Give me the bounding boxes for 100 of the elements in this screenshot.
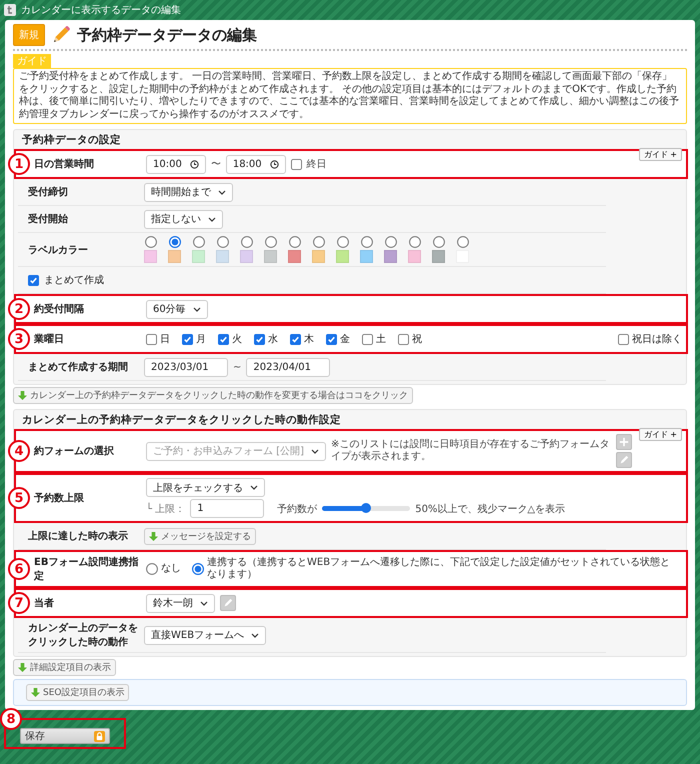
color-swatch[interactable] — [432, 250, 445, 263]
checkbox[interactable] — [146, 334, 157, 344]
dropdown[interactable]: 鈴木一朗 — [146, 594, 215, 612]
caret-icon — [192, 306, 201, 312]
slider-thumb[interactable] — [361, 503, 372, 513]
color-swatch[interactable] — [384, 250, 397, 263]
radio-button[interactable] — [336, 236, 348, 248]
lock-icon — [94, 730, 105, 742]
checkbox-label: 金 — [340, 333, 350, 346]
color-swatch[interactable] — [312, 250, 325, 263]
dropdown[interactable]: 時間開始まで — [144, 182, 233, 202]
color-swatch[interactable] — [336, 250, 349, 263]
dropdown[interactable]: 指定しない — [144, 210, 223, 228]
radio-button[interactable] — [216, 236, 228, 248]
down-arrow-icon — [149, 532, 158, 540]
radio-label: なし — [161, 563, 181, 575]
limit-input[interactable]: 1 — [190, 499, 264, 518]
radio-button[interactable] — [288, 236, 300, 248]
radio-button[interactable] — [432, 236, 444, 248]
pencil-icon — [51, 25, 71, 45]
guide-text: ご予約受付枠をまとめて作成します。 一日の営業時間、営業曜日、予約数上限を設定し、まとめて作成する期間を確認して画面最下部の「保存」をクリックすると、設定した期間中の予約枠がまとめて作成されます。 その他の設定項目は基本的にはデフォルトのままでOKです。作成した予約枠は、後で簡単に間引いたり、増やしたりできますので、ここでは基本的な営業曜日、営業時間を設定してまとめて作成し、細かい調整はこの後予約管理タブカレンダーに戻ってから操作するのがオススメです。 — [13, 68, 687, 124]
dropdown[interactable]: 上限をチェックする — [146, 478, 265, 497]
checkbox[interactable] — [618, 334, 629, 344]
annotation-number: 6 — [8, 558, 30, 580]
checkbox[interactable] — [290, 334, 301, 344]
color-swatch[interactable] — [408, 250, 421, 263]
guide-tag: ガイド — [13, 54, 51, 68]
radio-button[interactable] — [192, 563, 204, 575]
message-button[interactable]: メッセージを設定する — [144, 528, 256, 544]
guide-button[interactable]: ガイド + — [638, 428, 682, 441]
radio-label: 連携する（連携するとWEBフォームへ遷移した際に、下記で設定した設定値がセットされている状態となります） — [207, 557, 672, 581]
radio-button[interactable] — [384, 236, 396, 248]
radio-button[interactable] — [240, 236, 252, 248]
time-field[interactable]: 18:00 — [226, 154, 286, 174]
checkbox[interactable] — [218, 334, 229, 344]
caret-icon — [218, 190, 226, 194]
field-label: 約フォームの選択 — [32, 444, 115, 458]
radio-button[interactable] — [360, 236, 372, 248]
dropdown[interactable]: 60分毎 — [146, 300, 208, 318]
field-label: まとめて作成する期間 — [28, 360, 129, 374]
checkbox[interactable] — [28, 274, 39, 286]
caret-icon — [310, 448, 319, 454]
annotation-number: 7 — [8, 592, 30, 614]
annotation-number: 2 — [8, 298, 30, 320]
field-label: 業曜日 — [33, 332, 65, 346]
pencil-icon — [223, 598, 233, 608]
date-field[interactable]: 2023/03/01 — [144, 358, 228, 376]
radio-button[interactable] — [312, 236, 324, 248]
checkbox[interactable] — [182, 334, 193, 344]
field-label: 予約数上限 — [33, 492, 85, 505]
guide-button[interactable]: ガイド + — [638, 148, 682, 161]
color-swatch[interactable] — [264, 250, 277, 263]
field-label: 日の営業時間 — [33, 158, 95, 171]
checkbox-label: 終日 — [306, 158, 327, 171]
window-title: カレンダーに表示するデータの編集 — [21, 4, 181, 17]
color-swatch[interactable] — [168, 250, 181, 263]
section-title: カレンダー上の予約枠データデータをクリックした時の動作設定 — [21, 413, 342, 428]
down-arrow-icon — [18, 391, 27, 400]
radio-button[interactable] — [456, 236, 468, 248]
color-swatch[interactable] — [288, 250, 301, 263]
range-separator: 〜 — [210, 158, 221, 171]
toggle-button[interactable]: 詳細設定項目の表示 — [13, 659, 116, 676]
down-arrow-icon — [31, 688, 40, 697]
checkbox[interactable] — [326, 334, 337, 344]
checkbox-label: 火 — [232, 332, 242, 346]
checkbox-label: 祝 — [412, 332, 422, 346]
color-swatch[interactable] — [216, 250, 229, 263]
field-label: EBフォーム設問連携指定 — [32, 556, 140, 583]
clock-icon — [270, 160, 279, 168]
save-button[interactable]: 保存 — [20, 728, 110, 744]
checkbox-label: 祝日は除く — [632, 332, 682, 346]
field-label: 受付開始 — [28, 212, 69, 226]
color-swatch[interactable] — [192, 250, 205, 263]
time-field[interactable]: 10:00 — [146, 154, 206, 174]
caret-icon — [250, 485, 258, 490]
color-swatch[interactable] — [144, 250, 157, 263]
page-title: 予約枠データデータの編集 — [77, 26, 257, 44]
checkbox[interactable] — [254, 334, 265, 344]
caret-icon — [200, 600, 208, 606]
radio-button[interactable] — [144, 236, 156, 248]
field-label: 上限に達した時の表示 — [28, 530, 129, 543]
checkbox[interactable] — [398, 334, 409, 344]
radio-button[interactable] — [168, 236, 180, 248]
radio-button[interactable] — [146, 563, 158, 575]
radio-button[interactable] — [264, 236, 276, 248]
color-swatch[interactable] — [360, 250, 373, 263]
checkbox-label: 土 — [376, 332, 386, 346]
clock-icon — [190, 160, 199, 168]
checkbox[interactable] — [362, 334, 373, 344]
checkbox[interactable] — [290, 158, 302, 170]
field-label: カレンダー上のデータをクリックした時の動作 — [28, 622, 139, 649]
checkbox-label: まとめて作成 — [44, 274, 104, 287]
toggle-button[interactable]: カレンダー上の予約枠データデータをクリックした時の動作を変更する場合はココをクリック — [13, 387, 413, 404]
checkbox-label: 日 — [160, 333, 170, 346]
radio-button[interactable] — [192, 236, 204, 248]
dropdown[interactable]: 直接WEBフォームへ — [144, 626, 266, 644]
date-field[interactable]: 2023/04/01 — [246, 358, 330, 376]
color-swatch[interactable] — [240, 250, 253, 263]
radio-button[interactable] — [408, 236, 420, 248]
toggle-button[interactable]: SEO設定項目の表示 — [26, 684, 130, 701]
